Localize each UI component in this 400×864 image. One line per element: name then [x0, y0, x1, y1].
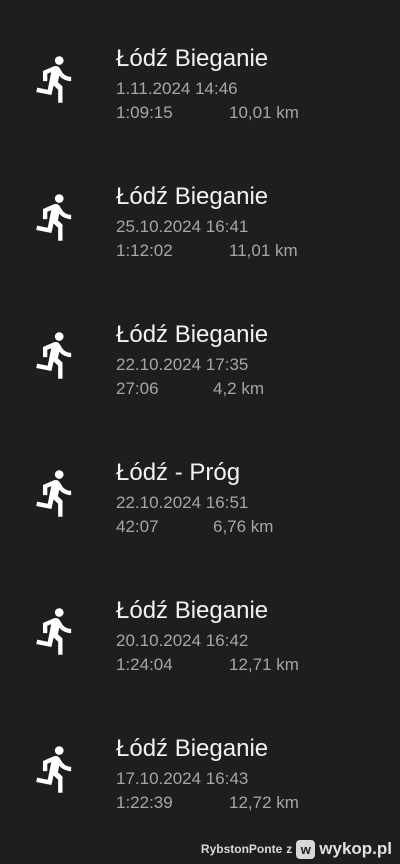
- running-person-icon: [30, 605, 82, 657]
- activity-distance: 11,01 km: [229, 241, 298, 260]
- activity-item[interactable]: Łódź Bieganie 1.11.2024 14:46 1:09:15 10…: [0, 0, 400, 138]
- activity-duration: 1:09:15: [116, 103, 173, 122]
- activity-title: Łódź Bieganie: [116, 597, 269, 624]
- activity-title: Łódź - Próg: [116, 459, 241, 486]
- activity-date: 20.10.2024 16:42: [116, 631, 249, 650]
- activity-distance: 6,76 km: [213, 517, 274, 536]
- activity-distance: 12,71 km: [229, 655, 299, 674]
- activity-item[interactable]: Łódź - Próg 22.10.2024 16:51 42:07 6,76 …: [0, 414, 400, 552]
- watermark: RybstonPonte z w wykop.pl: [201, 839, 392, 859]
- activity-date: 22.10.2024 16:51: [116, 493, 249, 512]
- activity-duration: 42:07: [116, 517, 159, 536]
- watermark-separator: z: [286, 842, 293, 856]
- activity-item[interactable]: Łódź Bieganie 17.10.2024 16:43 1:22:39 1…: [0, 690, 400, 828]
- running-person-icon: [30, 743, 82, 795]
- running-person-icon: [30, 191, 82, 243]
- activity-distance: 4,2 km: [213, 379, 265, 398]
- activity-duration: 1:24:04: [116, 655, 173, 674]
- activity-title: Łódź Bieganie: [116, 735, 269, 762]
- activity-distance: 10,01 km: [229, 103, 299, 122]
- activity-duration: 27:06: [116, 379, 159, 398]
- activity-list: Łódź Bieganie 1.11.2024 14:46 1:09:15 10…: [0, 0, 400, 836]
- watermark-footer: RybstonPonte z w wykop.pl: [0, 836, 400, 864]
- activity-item[interactable]: Łódź Bieganie 25.10.2024 16:41 1:12:02 1…: [0, 138, 400, 276]
- activity-title: Łódź Bieganie: [116, 321, 269, 348]
- activity-date: 1.11.2024 14:46: [116, 79, 238, 98]
- watermark-brand: wykop.pl: [319, 839, 392, 858]
- running-person-icon: [30, 329, 82, 381]
- activity-distance: 12,72 km: [229, 793, 299, 812]
- activity-duration: 1:12:02: [116, 241, 173, 260]
- activity-title: Łódź Bieganie: [116, 183, 269, 210]
- activity-item[interactable]: Łódź Bieganie 20.10.2024 16:42 1:24:04 1…: [0, 552, 400, 690]
- activity-item[interactable]: Łódź Bieganie 22.10.2024 17:35 27:06 4,2…: [0, 276, 400, 414]
- activity-date: 25.10.2024 16:41: [116, 217, 249, 236]
- activity-title: Łódź Bieganie: [116, 45, 269, 72]
- activity-date: 17.10.2024 16:43: [116, 769, 249, 788]
- wykop-logo-icon: w: [296, 839, 316, 859]
- watermark-username: RybstonPonte: [200, 842, 283, 856]
- activity-duration: 1:22:39: [116, 793, 173, 812]
- activity-date: 22.10.2024 17:35: [116, 355, 249, 374]
- running-person-icon: [30, 467, 82, 519]
- running-person-icon: [30, 53, 82, 105]
